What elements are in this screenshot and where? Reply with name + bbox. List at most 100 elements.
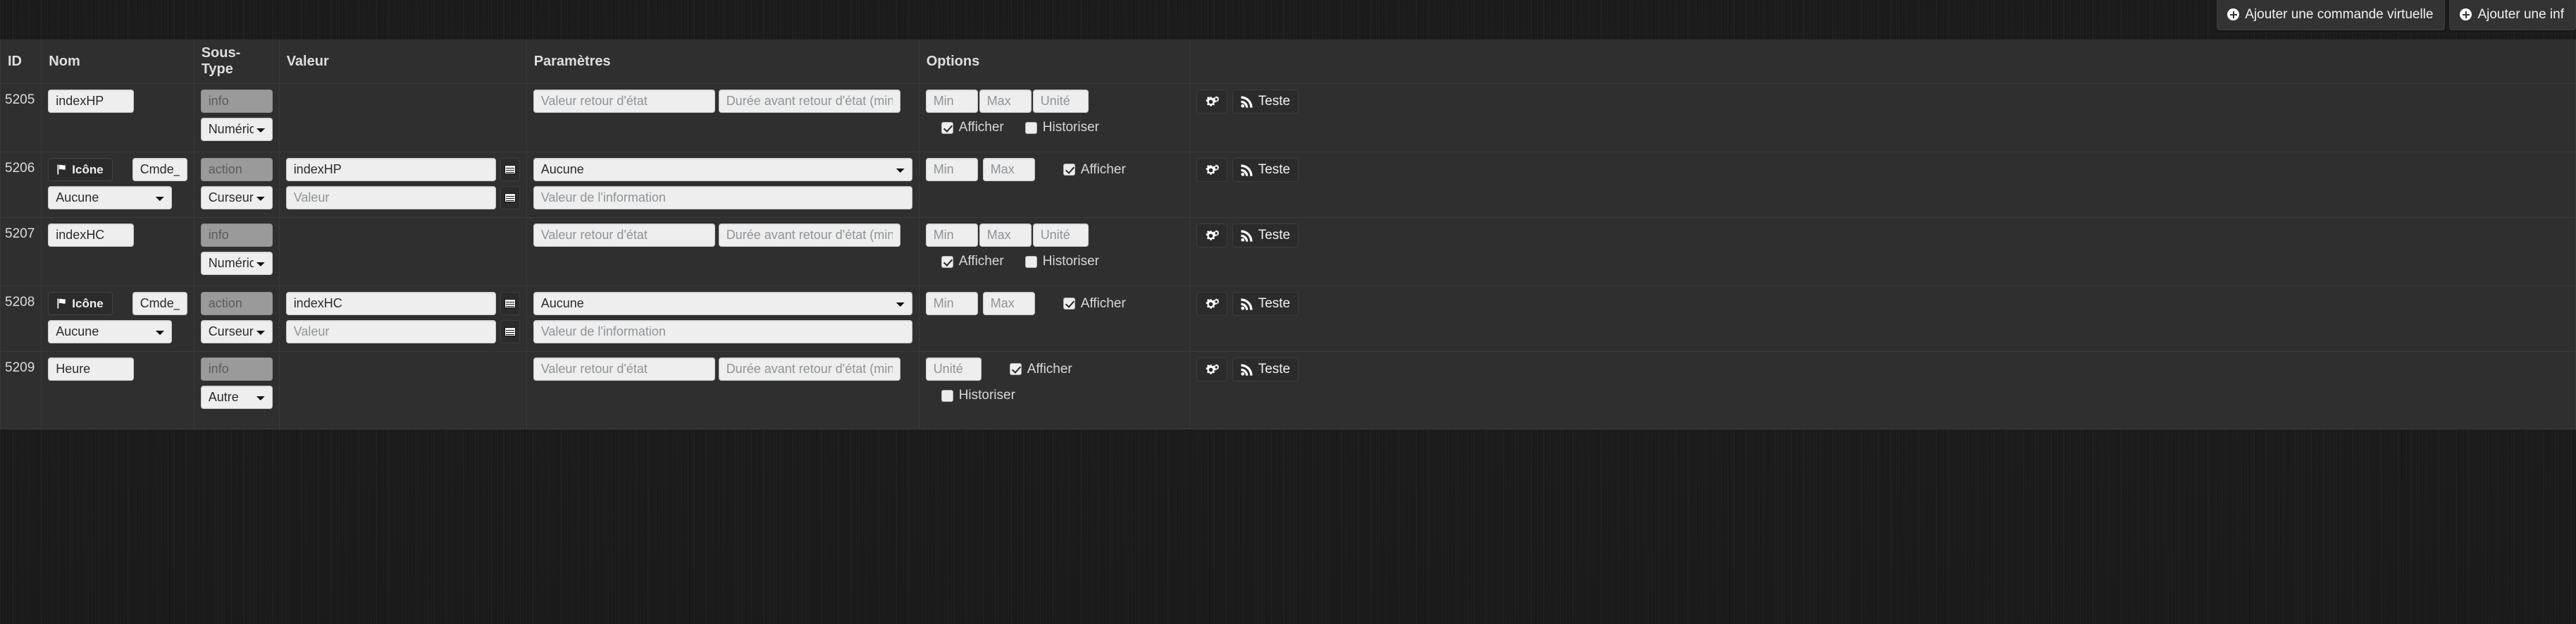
sub-type-select[interactable]: Autre — [200, 386, 273, 409]
name-type-select[interactable]: Aucune — [48, 186, 173, 209]
row-id: 5207 — [0, 217, 42, 286]
min-input[interactable] — [925, 158, 978, 181]
value-input[interactable] — [285, 158, 496, 181]
test-label: Teste — [1258, 162, 1291, 177]
min-input[interactable] — [925, 90, 978, 113]
add-virtual-command-button[interactable]: Ajouter une commande virtuelle — [2217, 0, 2446, 30]
test-button[interactable]: Teste — [1232, 292, 1299, 316]
max-input[interactable] — [979, 224, 1032, 247]
sub-type-readonly-input — [200, 158, 273, 181]
configure-button[interactable] — [1196, 158, 1227, 182]
add-info-label: Ajouter une inf — [2477, 7, 2564, 22]
afficher-checkbox[interactable]: Afficher — [941, 254, 1004, 269]
name-input[interactable] — [48, 357, 135, 381]
cell-nom: Icône Aucune — [41, 286, 194, 352]
historiser-checkbox[interactable]: Historiser — [1024, 120, 1099, 135]
unit-input[interactable] — [1032, 90, 1089, 113]
state-return-value-input[interactable] — [533, 357, 715, 381]
configure-button[interactable] — [1196, 224, 1227, 247]
sub-type-select[interactable]: Numérique — [200, 252, 273, 275]
value-secondary-input[interactable] — [285, 320, 496, 343]
historiser-checkbox[interactable]: Historiser — [1024, 254, 1099, 269]
sub-type-select[interactable]: Curseur — [200, 320, 273, 343]
sub-type-select[interactable]: Numérique — [200, 118, 273, 141]
rss-icon — [1241, 229, 1253, 242]
max-input[interactable] — [982, 158, 1035, 181]
historiser-checkbox[interactable]: Historiser — [941, 388, 1015, 403]
value-picker-button[interactable] — [500, 292, 520, 315]
checkbox-box-checked-icon — [941, 255, 953, 268]
value-secondary-picker-button[interactable] — [500, 320, 520, 343]
cell-valeur — [278, 351, 527, 429]
value-input[interactable] — [285, 292, 496, 315]
afficher-checkbox[interactable]: Afficher — [1063, 162, 1126, 178]
add-info-button[interactable]: Ajouter une inf — [2449, 0, 2576, 30]
flag-icon — [57, 298, 66, 309]
header-sous-type: Sous-Type — [193, 39, 280, 84]
sub-type-select[interactable]: Curseur — [200, 186, 273, 209]
header-valeur: Valeur — [278, 39, 527, 84]
header-row: ID Nom Sous-Type Valeur Paramètres Optio… — [0, 39, 2576, 84]
header-nom: Nom — [41, 39, 194, 84]
state-return-value-input[interactable] — [533, 90, 715, 113]
row-id: 5208 — [0, 286, 42, 352]
rss-icon — [1241, 164, 1253, 176]
afficher-checkbox[interactable]: Afficher — [941, 120, 1004, 135]
min-input[interactable] — [925, 224, 978, 247]
value-secondary-input[interactable] — [285, 186, 496, 209]
name-type-select[interactable]: Aucune — [48, 320, 173, 343]
state-return-delay-input[interactable] — [718, 90, 900, 113]
value-picker-button[interactable] — [500, 158, 520, 181]
cell-actions: Teste — [1189, 217, 2576, 286]
sub-type-readonly-input — [200, 292, 273, 315]
state-return-value-input[interactable] — [533, 224, 715, 247]
max-input[interactable] — [979, 90, 1032, 113]
table-body: 5205 Numérique — [0, 83, 2576, 429]
unit-input[interactable] — [925, 357, 982, 381]
top-action-bar: Ajouter une commande virtuelle Ajouter u… — [2217, 0, 2576, 32]
parameter-select[interactable]: Aucune — [533, 158, 912, 181]
test-label: Teste — [1258, 228, 1291, 243]
cell-sous-type: Numérique — [193, 83, 280, 152]
cell-valeur — [278, 217, 527, 286]
configure-button[interactable] — [1196, 357, 1227, 381]
configure-button[interactable] — [1196, 90, 1227, 114]
parameter-select[interactable]: Aucune — [533, 292, 912, 315]
icon-picker-button[interactable]: Icône — [48, 292, 113, 315]
afficher-label: Afficher — [958, 254, 1004, 269]
gears-icon — [1206, 164, 1219, 175]
afficher-checkbox[interactable]: Afficher — [1063, 296, 1126, 312]
value-secondary-picker-button[interactable] — [500, 186, 520, 209]
cell-parametres — [526, 83, 919, 152]
test-button[interactable]: Teste — [1232, 158, 1299, 182]
sub-type-readonly-input — [200, 90, 273, 113]
min-input[interactable] — [925, 292, 978, 315]
cell-nom — [41, 351, 194, 429]
unit-input[interactable] — [1032, 224, 1089, 247]
icon-picker-button[interactable]: Icône — [48, 158, 113, 181]
row-id: 5205 — [0, 83, 42, 152]
name-input[interactable] — [132, 158, 187, 181]
row-id: 5206 — [0, 152, 42, 218]
name-input[interactable] — [48, 224, 135, 247]
information-value-input[interactable] — [533, 320, 912, 343]
information-value-input[interactable] — [533, 186, 912, 209]
cell-nom: Icône Aucune — [41, 152, 194, 218]
name-input[interactable] — [132, 292, 187, 315]
historiser-label: Historiser — [958, 388, 1015, 403]
test-button[interactable]: Teste — [1232, 90, 1299, 114]
state-return-delay-input[interactable] — [718, 224, 900, 247]
state-return-delay-input[interactable] — [718, 357, 900, 381]
afficher-checkbox[interactable]: Afficher — [1009, 362, 1072, 377]
test-label: Teste — [1258, 296, 1291, 311]
max-input[interactable] — [982, 292, 1035, 315]
cell-parametres: Aucune — [526, 286, 919, 352]
configure-button[interactable] — [1196, 292, 1227, 316]
test-button[interactable]: Teste — [1232, 224, 1299, 247]
name-input[interactable] — [48, 90, 135, 113]
table-row: 5208 Icône Aucune — [0, 286, 2576, 352]
gears-icon — [1206, 230, 1219, 240]
cell-options: Afficher — [918, 286, 1190, 352]
header-id: ID — [0, 39, 42, 84]
test-button[interactable]: Teste — [1232, 357, 1299, 381]
